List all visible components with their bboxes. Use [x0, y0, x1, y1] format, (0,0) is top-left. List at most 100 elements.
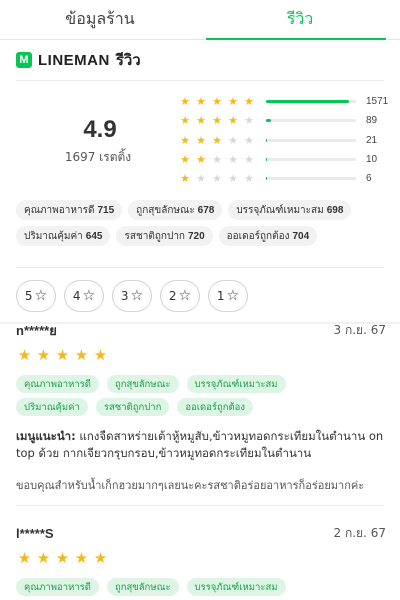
- summary-tag-label: คุณภาพอาหารดี: [24, 204, 95, 216]
- reviewer-name: l*****S: [16, 525, 54, 541]
- summary-tag-count: 645: [85, 230, 103, 242]
- distribution-bar-fill: [266, 119, 271, 123]
- distribution-row: ★ ★ ★ ★ ★ 89: [178, 111, 400, 130]
- star-icon: ★: [196, 153, 206, 167]
- filter-3-star-button[interactable]: 3 ☆: [112, 280, 152, 312]
- summary-tag-label: รสชาติถูกปาก: [124, 230, 185, 242]
- lineman-review-header: M LINEMAN รีวิว: [16, 50, 141, 70]
- star-icon: ★: [228, 133, 238, 147]
- reviewer-name: n*****ย: [16, 322, 57, 338]
- review-tag: รสชาติถูกปาก: [95, 398, 170, 416]
- review-stars: ★ ★ ★ ★ ★: [16, 348, 386, 363]
- recommended-menu-label: เมนูแนะนำ:: [16, 429, 76, 443]
- filter-label: 2: [168, 289, 177, 303]
- summary-tags: คุณภาพอาหารดี 715 ถูกสุขลักษณะ 678 บรรจุภัณฑ…: [16, 200, 396, 246]
- summary-tag-count: 678: [197, 204, 215, 216]
- star-icon: ★: [212, 153, 222, 167]
- tab-reviews[interactable]: รีวิว: [200, 0, 400, 40]
- star-icon: ★: [180, 133, 190, 147]
- brand-name: LINEMAN: [38, 51, 110, 69]
- review-date: 2 ก.ย. 67: [333, 525, 386, 540]
- summary-tag-label: ปริมาณคุ้มค่า: [24, 230, 83, 242]
- summary-tag-count: 704: [292, 230, 310, 242]
- filter-5-star-button[interactable]: 5 ☆: [16, 280, 56, 312]
- summary-tag-count: 715: [97, 204, 115, 216]
- filter-1-star-button[interactable]: 1 ☆: [208, 280, 248, 312]
- distribution-bar: [266, 100, 356, 104]
- star-icon: ★: [244, 114, 254, 128]
- average-score: 4.9: [83, 116, 117, 143]
- review-tag: ถูกสุขลักษณะ: [106, 375, 179, 393]
- summary-tag-chip: คุณภาพอาหารดี 715: [16, 200, 123, 220]
- star-icon: ★: [36, 346, 51, 364]
- star-icon: ★: [244, 133, 254, 147]
- star-outline-icon: ☆: [34, 288, 48, 304]
- review-tag: คุณภาพอาหารดี: [16, 578, 99, 596]
- review-tags: คุณภาพอาหารดี ถูกสุขลักษณะ บรรจุภัณฑ์เหมาะ…: [16, 375, 361, 416]
- star-icon: ★: [196, 172, 206, 186]
- distribution-count: 21: [366, 134, 378, 146]
- distribution-bar-fill: [266, 138, 268, 142]
- tab-store-info[interactable]: ข้อมูลร้าน: [0, 0, 200, 39]
- star-icon: ★: [244, 153, 254, 167]
- star-icon: ★: [93, 346, 108, 364]
- star-icon: ★: [196, 95, 206, 109]
- distribution-row: ★ ★ ★ ★ ★ 21: [178, 131, 400, 150]
- star-icon: ★: [36, 549, 51, 567]
- star-icon: ★: [180, 95, 190, 109]
- distribution-stars: ★ ★ ★ ★ ★: [178, 96, 260, 107]
- review-tag: บรรจุภัณฑ์เหมาะสม: [186, 578, 286, 596]
- tab-bar: ข้อมูลร้าน รีวิว: [0, 0, 400, 40]
- rating-distribution: ★ ★ ★ ★ ★ 1571 ★ ★ ★ ★ ★ 89 ★ ★ ★ ★ ★ 21 ★ ★ ★ ★ ★ 10 ★ ★ ★ ★ ★ 6: [178, 92, 400, 188]
- filter-2-star-button[interactable]: 2 ☆: [160, 280, 200, 312]
- filter-4-star-button[interactable]: 4 ☆: [64, 280, 104, 312]
- review-item: l*****S 2 ก.ย. 67 ★ ★ ★ ★ ★ คุณภาพอาหารดี ถูก…: [16, 525, 386, 600]
- distribution-bar: [266, 119, 356, 123]
- review-stars: ★ ★ ★ ★ ★: [16, 551, 386, 566]
- summary-tag-chip: ปริมาณคุ้มค่า 645: [16, 226, 111, 246]
- review-date: 3 ก.ย. 67: [333, 322, 386, 337]
- review-text: ขอบคุณสำหรับน้ำเก็กฮวยมากๆเลยนะคะรสชาติอ…: [16, 479, 365, 492]
- lineman-logo-icon: M: [16, 52, 32, 68]
- summary-tag-chip: รสชาติถูกปาก 720: [116, 226, 213, 246]
- distribution-count: 89: [366, 115, 378, 127]
- review-tag: ถูกสุขลักษณะ: [106, 578, 179, 596]
- star-icon: ★: [74, 549, 89, 567]
- distribution-stars: ★ ★ ★ ★ ★: [178, 135, 260, 146]
- star-icon: ★: [17, 549, 32, 567]
- star-icon: ★: [244, 95, 254, 109]
- summary-tag-chip: ถูกสุขลักษณะ 678: [128, 200, 223, 220]
- distribution-bar-fill: [266, 158, 267, 162]
- distribution-bar: [266, 138, 356, 142]
- star-icon: ★: [17, 346, 32, 364]
- star-icon: ★: [196, 133, 206, 147]
- distribution-count: 10: [366, 154, 378, 166]
- star-icon: ★: [180, 114, 190, 128]
- distribution-stars: ★ ★ ★ ★ ★: [178, 173, 260, 184]
- star-outline-icon: ☆: [82, 288, 96, 304]
- star-outline-icon: ☆: [226, 288, 240, 304]
- star-icon: ★: [228, 95, 238, 109]
- star-icon: ★: [212, 95, 222, 109]
- summary-tag-label: บรรจุภัณฑ์เหมาะสม: [236, 204, 324, 216]
- divider: [16, 80, 384, 81]
- distribution-stars: ★ ★ ★ ★ ★: [178, 154, 260, 165]
- summary-tag-chip: บรรจุภัณฑ์เหมาะสม 698: [228, 200, 352, 220]
- filter-label: 3: [120, 289, 129, 303]
- star-icon: ★: [74, 346, 89, 364]
- review-tag: บรรจุภัณฑ์เหมาะสม: [186, 375, 286, 393]
- summary-tag-label: ถูกสุขลักษณะ: [136, 204, 195, 216]
- star-icon: ★: [180, 153, 190, 167]
- summary-tag-count: 720: [187, 230, 205, 242]
- divider: [16, 505, 384, 506]
- star-icon: ★: [212, 114, 222, 128]
- star-icon: ★: [55, 549, 70, 567]
- review-item: n*****ย 3 ก.ย. 67 ★ ★ ★ ★ ★ คุณภาพอาหารดี ถูก…: [16, 322, 386, 494]
- distribution-row: ★ ★ ★ ★ ★ 10: [178, 150, 400, 169]
- star-icon: ★: [228, 114, 238, 128]
- star-icon: ★: [180, 172, 190, 186]
- distribution-row: ★ ★ ★ ★ ★ 6: [178, 169, 400, 188]
- star-icon: ★: [93, 549, 108, 567]
- star-icon: ★: [196, 114, 206, 128]
- star-icon: ★: [244, 172, 254, 186]
